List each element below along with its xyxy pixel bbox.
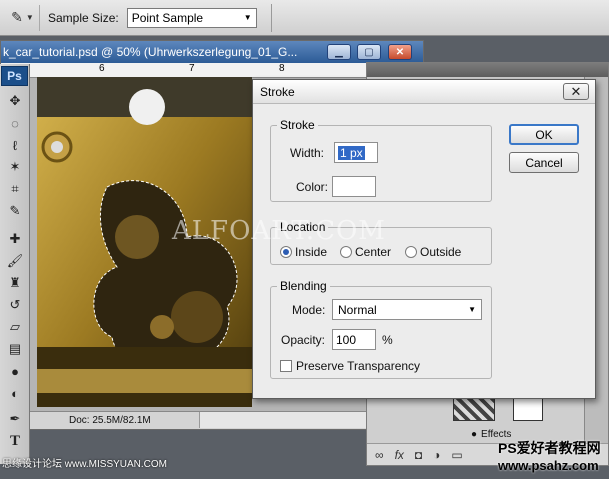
sample-size-value: Point Sample bbox=[131, 10, 204, 25]
history-brush-tool-icon[interactable]: ↺ bbox=[3, 296, 27, 314]
magic-wand-tool-icon[interactable]: ✶ bbox=[3, 158, 27, 176]
minimize-button[interactable]: ▁ bbox=[327, 44, 351, 60]
clone-stamp-tool-icon[interactable]: ♜ bbox=[3, 274, 27, 292]
move-tool-icon[interactable]: ✥ bbox=[3, 92, 27, 110]
photoshop-logo[interactable]: Ps bbox=[1, 66, 28, 86]
document-size-readout: Doc: 25.5M/82.1M bbox=[69, 415, 151, 426]
options-bar: ✎ ▼ Sample Size: Point Sample ▼ bbox=[0, 0, 609, 36]
radio-selected-icon bbox=[280, 246, 292, 258]
document-titlebar[interactable]: k_car_tutorial.psd @ 50% (Uhrwerkszerleg… bbox=[1, 41, 423, 63]
site-credit-name: PS爱好者教程网 bbox=[498, 440, 601, 456]
location-outside-radio[interactable]: Outside bbox=[405, 245, 461, 259]
site-credit: PS爱好者教程网 www.psahz.com bbox=[498, 440, 601, 474]
dialog-title: Stroke bbox=[260, 84, 295, 99]
dodge-tool-icon[interactable]: ◐ bbox=[3, 384, 27, 402]
dialog-close-button[interactable]: ✕ bbox=[563, 83, 589, 100]
close-icon: ✕ bbox=[570, 83, 582, 99]
preserve-transparency-checkbox[interactable]: Preserve Transparency bbox=[280, 359, 420, 373]
sample-size-label: Sample Size: bbox=[48, 10, 119, 25]
mode-label: Mode: bbox=[292, 303, 326, 317]
ok-button[interactable]: OK bbox=[509, 124, 579, 145]
toolbox: Ps ✥ ◌ ℓ ✶ ⌗ ✎ ✚ 🖌 ♜ ↺ ▱ ▤ ● ◐ ✒ T bbox=[0, 64, 30, 464]
cancel-button[interactable]: Cancel bbox=[509, 152, 579, 173]
site-credit-url: www.psahz.com bbox=[498, 458, 599, 473]
adjustment-layer-icon[interactable]: ◑ bbox=[433, 448, 440, 462]
width-label: Width: bbox=[290, 146, 325, 160]
location-inside-label: Inside bbox=[295, 245, 328, 259]
eraser-tool-icon[interactable]: ▱ bbox=[3, 318, 27, 336]
radio-icon bbox=[340, 246, 352, 258]
type-tool-icon[interactable]: T bbox=[3, 432, 27, 450]
chevron-down-icon: ▼ bbox=[25, 13, 34, 22]
panel-header[interactable] bbox=[367, 63, 608, 77]
chevron-down-icon: ▼ bbox=[468, 305, 476, 314]
location-outside-label: Outside bbox=[420, 245, 462, 259]
width-field[interactable]: 1 px bbox=[334, 142, 378, 163]
maximize-button[interactable]: ▢ bbox=[357, 44, 381, 60]
healing-brush-tool-icon[interactable]: ✚ bbox=[3, 230, 27, 248]
options-divider bbox=[270, 3, 272, 32]
checkbox-icon bbox=[280, 360, 292, 372]
blur-tool-icon[interactable]: ● bbox=[3, 362, 27, 380]
location-inside-radio[interactable]: Inside bbox=[280, 245, 327, 259]
sample-size-select[interactable]: Point Sample ▼ bbox=[126, 7, 257, 28]
eye-icon[interactable]: ● bbox=[471, 429, 477, 440]
watermark-text: ALFOART.COM bbox=[172, 216, 386, 246]
opacity-value: 100 bbox=[336, 332, 357, 347]
opacity-label: Opacity: bbox=[281, 333, 326, 347]
ruler-mark: 6 bbox=[99, 63, 105, 74]
horizontal-ruler: 6 7 8 bbox=[1, 63, 423, 78]
crop-tool-icon[interactable]: ⌗ bbox=[3, 180, 27, 198]
ruler-mark: 7 bbox=[189, 63, 195, 74]
eyedropper-icon: ✎ bbox=[11, 9, 23, 25]
eyedropper-tool-preset[interactable]: ✎ ▼ bbox=[6, 4, 40, 31]
location-center-label: Center bbox=[355, 245, 392, 259]
gradient-tool-icon[interactable]: ▤ bbox=[3, 340, 27, 358]
marquee-tool-icon[interactable]: ◌ bbox=[3, 114, 27, 132]
width-value: 1 px bbox=[338, 145, 365, 160]
link-layers-icon[interactable]: ∞ bbox=[375, 448, 384, 462]
stroke-group-label: Stroke bbox=[280, 118, 315, 132]
mode-value: Normal bbox=[338, 302, 377, 317]
eyedropper-tool-icon[interactable]: ✎ bbox=[3, 202, 27, 220]
chevron-down-icon: ▼ bbox=[243, 13, 252, 22]
opacity-unit: % bbox=[382, 333, 393, 347]
preserve-transparency-label: Preserve Transparency bbox=[296, 359, 421, 373]
fx-icon[interactable]: fx bbox=[395, 448, 404, 462]
layer-effects-row[interactable]: ● Effects bbox=[471, 429, 511, 440]
pen-tool-icon[interactable]: ✒ bbox=[3, 410, 27, 428]
lasso-tool-icon[interactable]: ℓ bbox=[3, 136, 27, 154]
color-label: Color: bbox=[296, 180, 329, 194]
location-center-radio[interactable]: Center bbox=[340, 245, 391, 259]
ruler-mark: 8 bbox=[279, 63, 285, 74]
new-group-icon[interactable]: ▭ bbox=[451, 448, 462, 462]
radio-icon bbox=[405, 246, 417, 258]
close-button[interactable]: ✕ bbox=[388, 44, 412, 60]
brush-tool-icon[interactable]: 🖌 bbox=[3, 252, 27, 270]
opacity-field[interactable]: 100 bbox=[332, 329, 376, 350]
forum-credit: 思缘设计论坛 www.MISSYUAN.COM bbox=[2, 459, 168, 470]
mode-select[interactable]: Normal ▼ bbox=[332, 299, 482, 320]
document-title: k_car_tutorial.psd @ 50% (Uhrwerkszerleg… bbox=[3, 45, 298, 59]
effects-label: Effects bbox=[481, 429, 512, 440]
dialog-titlebar[interactable]: Stroke ✕ bbox=[253, 80, 595, 104]
color-swatch[interactable] bbox=[332, 176, 376, 197]
add-mask-icon[interactable]: ◘ bbox=[415, 448, 422, 462]
blending-group-label: Blending bbox=[280, 279, 327, 293]
